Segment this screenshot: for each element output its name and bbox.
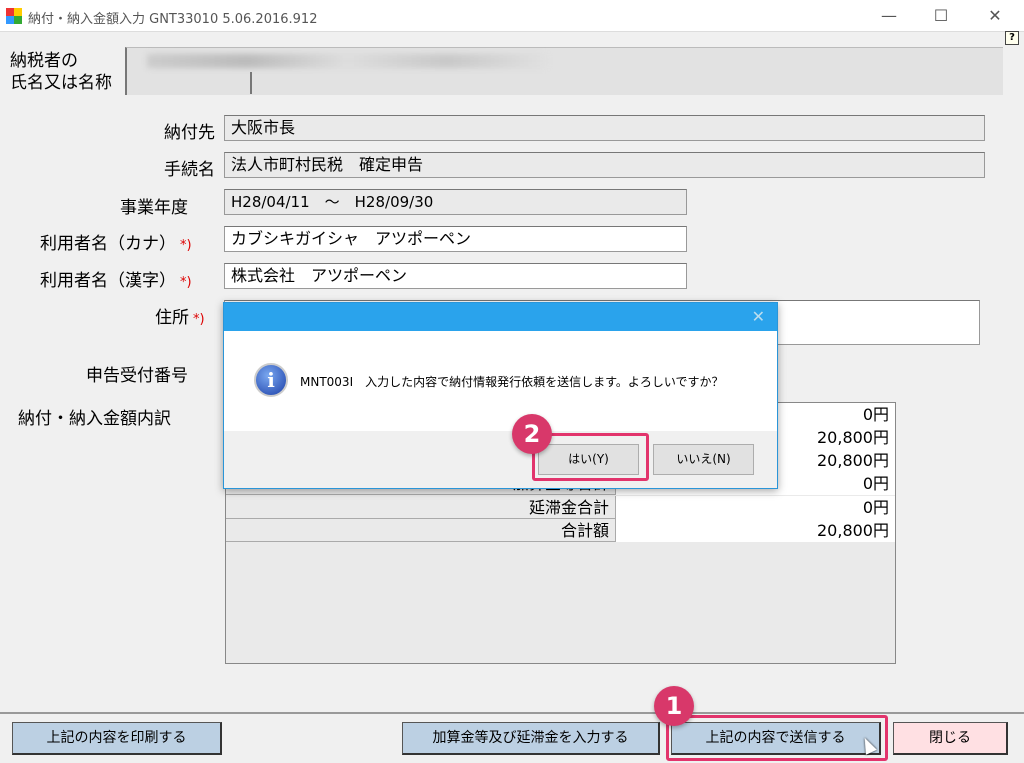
user-kanji-label-text: 利用者名（漢字） [40,271,176,291]
redacted-name [147,54,547,68]
payee-label: 納付先 [164,123,215,143]
confirm-dialog: ✕ i MNT003I 入力した内容で納付情報発行依頼を送信します。よろしいです… [223,302,778,489]
minimize-button[interactable]: — [866,4,912,28]
user-kanji-input[interactable]: 株式会社 アツポーペン [224,263,687,289]
row-value: 20,800円 [616,519,895,542]
table-row: 合計額 20,800円 [226,519,895,542]
receipt-number-label: 申告受付番号 [86,366,188,386]
app-icon [6,8,22,24]
row-value: 0円 [616,496,895,519]
user-kana-label: 利用者名（カナ） *) [40,229,192,254]
no-button[interactable]: いいえ(N) [653,444,754,475]
close-button[interactable]: 閉じる [893,722,1008,755]
required-mark: *) [193,312,205,327]
user-kanji-label: 利用者名（漢字） *) [40,266,192,291]
procedure-label: 手続名 [164,160,215,180]
required-mark: *) [180,238,192,253]
send-highlight [666,715,888,761]
user-kana-input[interactable]: カブシキガイシャ アツポーペン [224,226,687,252]
required-mark: *) [180,275,192,290]
maximize-button[interactable]: ☐ [918,4,964,28]
address-label: 住所 *) [155,303,205,328]
add-interest-button[interactable]: 加算金等及び延滞金を入力する [402,722,660,755]
procedure-field: 法人市町村民税 確定申告 [224,152,985,178]
payee-field: 大阪市長 [224,115,985,141]
taxpayer-label-line1: 納税者の [10,51,78,71]
help-icon[interactable]: ? [1005,31,1019,45]
taxpayer-label: 納税者の 氏名又は名称 [10,50,112,94]
title-bar: 納付・納入金額入力 GNT33010 5.06.2016.912 — ☐ ✕ [0,0,1024,32]
print-button[interactable]: 上記の内容を印刷する [12,722,222,755]
user-kana-label-text: 利用者名（カナ） [40,234,176,254]
dialog-close-button[interactable]: ✕ [752,307,765,326]
address-label-text: 住所 [155,308,189,328]
callout-1: 1 [654,686,694,726]
close-window-button[interactable]: ✕ [972,4,1018,28]
fiscal-year-label: 事業年度 [120,198,188,218]
taxpayer-label-line2: 氏名又は名称 [10,73,112,93]
row-label: 合計額 [226,519,616,542]
window-title: 納付・納入金額入力 GNT33010 5.06.2016.912 [28,12,318,27]
dialog-title-bar: ✕ [224,303,777,331]
fiscal-year-field: H28/04/11 ～ H28/09/30 [224,189,687,215]
callout-2: 2 [512,414,552,454]
info-icon: i [254,363,288,397]
table-row: 延滞金合計 0円 [226,496,895,519]
breakdown-label: 納付・納入金額内訳 [18,409,171,429]
taxpayer-name-field [125,47,1003,95]
row-label: 延滞金合計 [226,496,616,519]
dialog-message: MNT003I 入力した内容で納付情報発行依頼を送信します。よろしいですか？ [300,375,724,389]
